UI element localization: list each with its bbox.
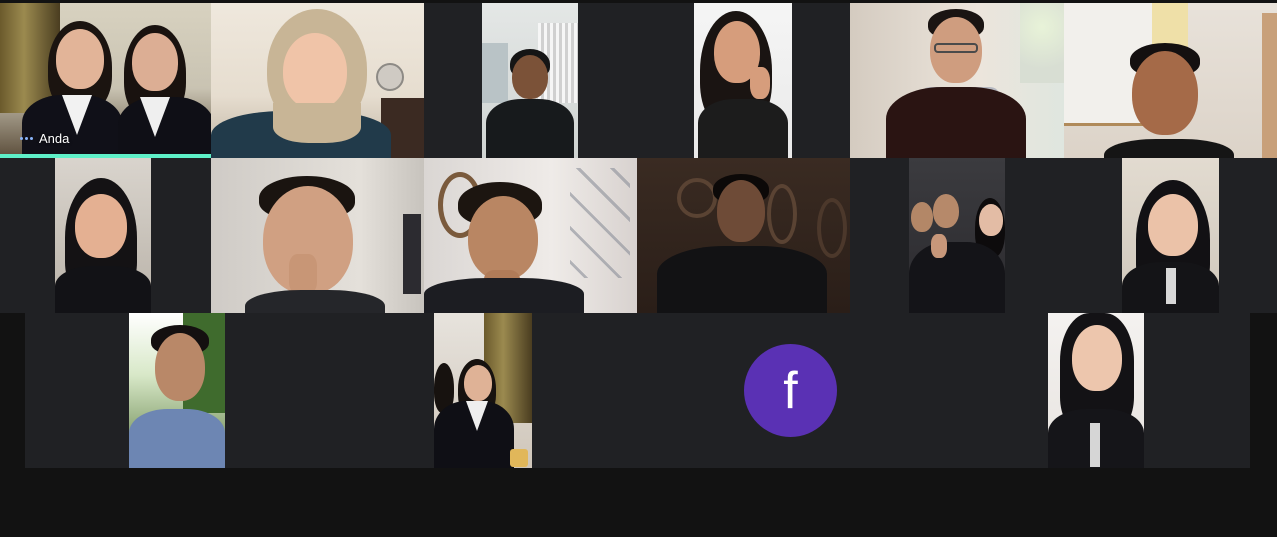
- participant-tile-15[interactable]: f: [535, 313, 1045, 468]
- participant-tile-10[interactable]: [637, 158, 850, 313]
- avatar-initial: f: [783, 361, 798, 420]
- participant-tile-12[interactable]: [1064, 158, 1277, 313]
- participant-tile-13[interactable]: [25, 313, 433, 468]
- participant-tile-5[interactable]: [850, 3, 1064, 158]
- participant-tile-2[interactable]: [211, 3, 424, 158]
- participant-tile-4[interactable]: [578, 3, 850, 158]
- participant-tile-9[interactable]: [424, 158, 637, 313]
- participant-tile-16[interactable]: [1045, 313, 1250, 468]
- participant-tile-self[interactable]: Anda: [0, 3, 211, 158]
- self-label: Anda: [39, 131, 70, 146]
- participant-tile-8[interactable]: [211, 158, 424, 313]
- participant-name-self: Anda: [20, 131, 69, 146]
- speaking-indicator-icon: [20, 137, 33, 140]
- grid-row-3: f: [25, 313, 1250, 468]
- participant-tile-14[interactable]: [433, 313, 535, 468]
- participant-avatar: f: [744, 344, 837, 437]
- participant-tile-3[interactable]: [424, 3, 578, 158]
- video-grid: Anda f: [0, 0, 1277, 537]
- grid-row-2: [0, 158, 1277, 313]
- wall-clock-icon: [376, 63, 404, 91]
- participant-tile-11[interactable]: [850, 158, 1064, 313]
- participant-tile-7[interactable]: [0, 158, 211, 313]
- grid-row-1: Anda: [0, 3, 1277, 158]
- participant-tile-6[interactable]: [1064, 3, 1277, 158]
